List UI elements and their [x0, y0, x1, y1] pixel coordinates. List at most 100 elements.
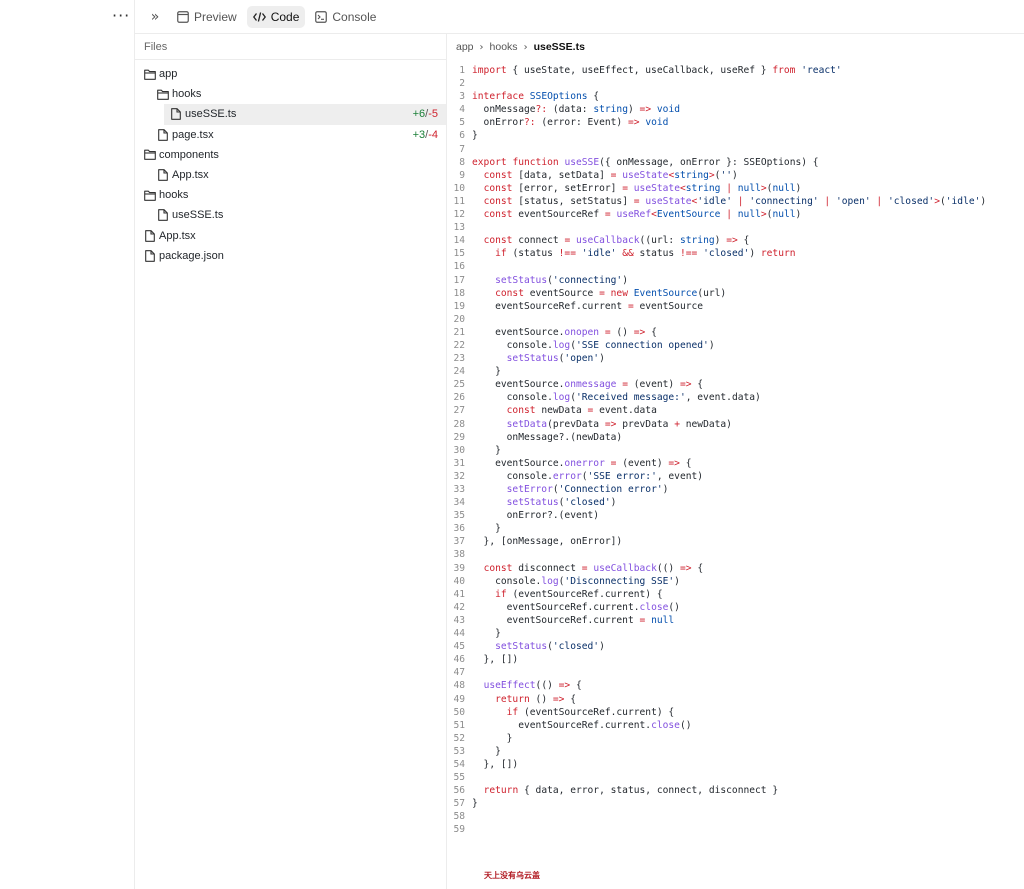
file-item[interactable]: package.json [135, 246, 446, 266]
code-line: 44 } [447, 627, 1024, 640]
code-token: log [552, 392, 571, 404]
line-content: setStatus('closed') [472, 640, 605, 653]
line-number: 44 [453, 628, 465, 640]
code-token: (eventSourceRef.current) { [518, 706, 675, 718]
file-item[interactable]: page.tsx +3/-4 [135, 125, 446, 145]
code-token: onmessage [564, 379, 617, 391]
code-line: 4 onMessage?: (data: string) => void [447, 103, 1024, 116]
line-number: 29 [453, 431, 465, 443]
line-number: 34 [453, 497, 465, 509]
code-token: const [483, 235, 513, 247]
chevron-right-icon: › [523, 41, 528, 53]
code-token: void [656, 104, 680, 116]
tab-preview[interactable]: Preview [171, 6, 243, 28]
code-token: [status, setStatus] [512, 195, 634, 207]
line-number: 1 [459, 65, 465, 76]
breadcrumb-item[interactable]: hooks [490, 41, 518, 53]
code-line: 22 console.log('SSE connection opened') [447, 339, 1024, 352]
more-options-button[interactable]: ··· [112, 6, 130, 25]
line-number: 41 [453, 588, 465, 600]
code-token: }, [onMessage, onError]) [472, 536, 623, 548]
code-token: return [483, 785, 519, 797]
code-token: const [506, 405, 536, 417]
code-token: , event.data) [685, 392, 761, 404]
folder-item[interactable]: app [135, 64, 446, 84]
code-token: setStatus [495, 641, 548, 653]
code-token: setStatus [495, 274, 548, 286]
code-line: 39 const disconnect = useCallback(() => … [447, 562, 1024, 575]
left-rail: ··· [0, 0, 135, 889]
line-number: 21 [453, 326, 465, 338]
code-token: log [541, 575, 559, 587]
breadcrumb-item[interactable]: app [456, 41, 474, 53]
line-content: const connect = useCallback((url: string… [472, 234, 750, 247]
folder-item[interactable]: hooks [135, 185, 446, 205]
code-line: 42 eventSourceRef.current.close() [447, 601, 1024, 614]
expand-panel-button[interactable]: » [145, 7, 165, 27]
line-number: 57 [453, 798, 465, 810]
file-item[interactable]: useSSE.ts +6/-5 [164, 104, 446, 125]
code-line: 24 } [447, 365, 1024, 378]
code-content[interactable]: 1 import { useState, useEffect, useCallba… [447, 64, 1024, 837]
file-item[interactable]: App.tsx [135, 165, 446, 185]
tree-item-label: App.tsx [159, 229, 196, 242]
code-token: ((url: [639, 235, 680, 247]
line-number: 32 [453, 470, 465, 482]
code-token: ) [662, 484, 669, 495]
folder-item[interactable]: hooks [135, 84, 446, 104]
folder-icon [143, 148, 157, 162]
code-token: } [472, 523, 501, 535]
line-number: 17 [453, 274, 465, 286]
diff-removed: -4 [428, 128, 438, 141]
tree-item-label: useSSE.ts [172, 209, 224, 222]
code-token: => [726, 235, 738, 247]
tab-code[interactable]: Code [246, 5, 306, 28]
code-line: 31 eventSource.onerror = (event) => { [447, 457, 1024, 470]
line-number: 23 [453, 353, 465, 365]
tab-console[interactable]: Console [309, 6, 382, 28]
line-content: console.log('Disconnecting SSE') [472, 575, 680, 588]
code-token: eventSourceRef.current. [472, 601, 640, 613]
line-number: 38 [453, 549, 465, 561]
file-item[interactable]: App.tsx [135, 226, 446, 246]
code-token: log [552, 339, 571, 351]
line-number: 16 [453, 261, 465, 273]
line-content: return { data, error, status, connect, d… [472, 784, 779, 797]
code-token: => [639, 104, 652, 116]
code-line: 33 setError('Connection error') [447, 483, 1024, 496]
code-token: (() [535, 680, 559, 692]
file-item[interactable]: useSSE.ts [135, 205, 446, 225]
code-token: console. [472, 339, 553, 351]
line-content: eventSourceRef.current = eventSource [472, 300, 703, 313]
code-token: ?: [523, 117, 536, 129]
line-content: const disconnect = useCallback(() => { [472, 562, 704, 575]
code-token: close [639, 601, 669, 613]
code-token: 'Connection error' [558, 484, 663, 495]
line-number: 8 [459, 156, 465, 168]
line-number: 18 [453, 287, 465, 299]
tree-item-label: hooks [172, 88, 202, 101]
line-number: 48 [453, 680, 465, 692]
folder-item[interactable]: components [135, 145, 446, 165]
line-number: 5 [459, 117, 465, 129]
code-token: ?: [535, 104, 548, 116]
code-token: function [512, 156, 559, 168]
code-line: 17 setStatus('connecting') [447, 274, 1024, 287]
code-token: eventSourceRef.current [472, 614, 640, 626]
code-line: 52 } [447, 732, 1024, 745]
breadcrumb: app › hooks › useSSE.ts [447, 34, 1024, 60]
code-token: const [483, 195, 513, 207]
code-token: => [627, 117, 640, 129]
code-token: import [472, 65, 507, 76]
code-token: (error: Event) [535, 117, 628, 129]
code-line: 6} [447, 129, 1024, 142]
code-token: => [604, 418, 617, 430]
code-token: null [772, 182, 796, 194]
code-token: useState [645, 195, 692, 207]
line-number: 26 [453, 392, 465, 404]
